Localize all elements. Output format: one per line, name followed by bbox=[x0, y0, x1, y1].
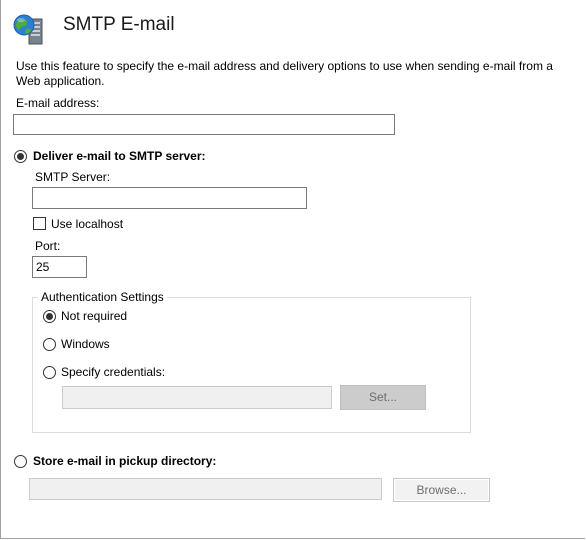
port-input[interactable] bbox=[32, 256, 87, 278]
feature-description: Use this feature to specify the e-mail a… bbox=[16, 59, 553, 88]
smtp-server-input[interactable] bbox=[32, 187, 307, 209]
browse-button: Browse... bbox=[393, 478, 490, 502]
port-label: Port: bbox=[35, 239, 61, 253]
auth-specify-credentials-label[interactable]: Specify credentials: bbox=[61, 365, 165, 379]
auth-not-required-label[interactable]: Not required bbox=[61, 309, 127, 323]
auth-windows-radio[interactable] bbox=[43, 338, 56, 351]
email-address-input[interactable] bbox=[13, 114, 395, 135]
auth-specify-credentials-radio[interactable] bbox=[43, 366, 56, 379]
pickup-directory-radio[interactable] bbox=[14, 455, 27, 468]
pickup-directory-label[interactable]: Store e-mail in pickup directory: bbox=[33, 454, 216, 468]
use-localhost-checkbox[interactable] bbox=[33, 217, 46, 230]
credentials-input bbox=[62, 386, 332, 409]
use-localhost-label[interactable]: Use localhost bbox=[51, 217, 123, 231]
deliver-smtp-label[interactable]: Deliver e-mail to SMTP server: bbox=[33, 149, 206, 163]
pickup-directory-input bbox=[29, 478, 382, 500]
auth-not-required-radio[interactable] bbox=[43, 310, 56, 323]
smtp-globe-server-icon bbox=[13, 14, 43, 45]
deliver-smtp-radio[interactable] bbox=[14, 150, 27, 163]
smtp-server-label: SMTP Server: bbox=[35, 170, 111, 184]
auth-windows-label[interactable]: Windows bbox=[61, 337, 110, 351]
page-title: SMTP E-mail bbox=[63, 14, 175, 35]
email-address-label: E-mail address: bbox=[16, 96, 100, 110]
set-credentials-button: Set... bbox=[340, 385, 426, 410]
authentication-settings-legend: Authentication Settings bbox=[38, 290, 167, 304]
